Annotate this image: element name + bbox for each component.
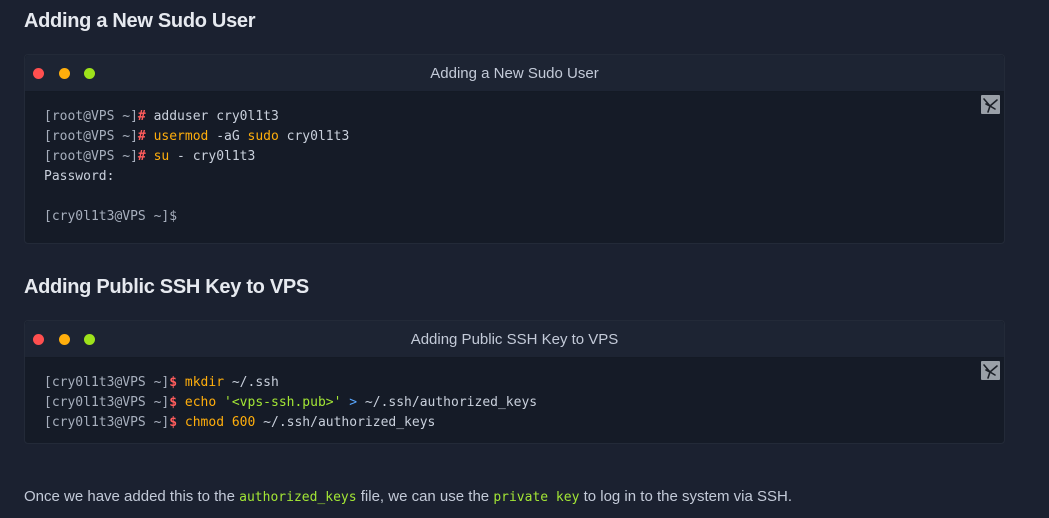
- paragraph-text: to log in to the system via SSH.: [579, 488, 792, 505]
- terminal-line: Password:: [44, 167, 349, 187]
- terminal-code-block[interactable]: [root@VPS ~]# adduser cry0l1t3 [root@VPS …: [44, 107, 349, 227]
- inline-code-authorized-keys: authorized_keys: [239, 490, 357, 505]
- command-token: su: [153, 149, 170, 164]
- code-text: cry0l1t3: [278, 129, 350, 144]
- shell-prompt: [cry0l1t3@VPS ~]: [44, 375, 170, 390]
- shell-prompt: [root@VPS ~]: [44, 149, 138, 164]
- paragraph-text: file, we can use the: [356, 488, 494, 505]
- code-text: adduser cry0l1t3: [145, 109, 279, 124]
- shell-prompt: [root@VPS ~]: [44, 109, 138, 124]
- number-token: 600: [231, 415, 256, 430]
- prompt-sigil: $: [169, 395, 178, 410]
- string-token: '<vps-ssh.pub>': [224, 395, 342, 410]
- terminal-window-ssh-key: Adding Public SSH Key to VPS [cry0l1t3@V…: [24, 320, 1005, 444]
- code-text: ~/.ssh: [224, 375, 279, 390]
- prompt-sigil: #: [137, 149, 146, 164]
- command-token: usermod: [153, 129, 209, 144]
- prompt-sigil: #: [137, 109, 146, 124]
- code-text: Password:: [44, 169, 115, 184]
- operator-token: >: [349, 395, 358, 410]
- code-text: -aG: [208, 129, 248, 144]
- command-token: chmod: [184, 415, 225, 430]
- terminal-title: Adding a New Sudo User: [430, 65, 599, 82]
- shell-prompt: [cry0l1t3@VPS ~]$: [44, 209, 178, 224]
- code-text: ~/.ssh/authorized_keys: [255, 415, 436, 430]
- terminal-line: [root@VPS ~]# adduser cry0l1t3: [44, 107, 349, 127]
- section-heading-ssh-key: Adding Public SSH Key to VPS: [24, 276, 309, 298]
- command-token: mkdir: [184, 375, 225, 390]
- prompt-sigil: $: [169, 415, 178, 430]
- code-text: - cry0l1t3: [169, 149, 256, 164]
- terminal-line: [cry0l1t3@VPS ~]$ mkdir ~/.ssh: [44, 373, 537, 393]
- terminal-line: [cry0l1t3@VPS ~]$ echo '<vps-ssh.pub>' >…: [44, 393, 537, 413]
- terminal-title: Adding Public SSH Key to VPS: [410, 331, 619, 348]
- terminal-titlebar: Adding Public SSH Key to VPS: [25, 321, 1004, 358]
- section-heading-sudo-user: Adding a New Sudo User: [24, 10, 256, 32]
- terminal-code-block[interactable]: [cry0l1t3@VPS ~]$ mkdir ~/.ssh [cry0l1t3@…: [44, 373, 537, 433]
- terminal-titlebar: Adding a New Sudo User: [25, 55, 1004, 92]
- command-token: sudo: [247, 129, 279, 144]
- terminal-window-sudo-user: Adding a New Sudo User [root@VPS ~]# add…: [24, 54, 1005, 244]
- paragraph-text: Once we have added this to the: [24, 488, 240, 505]
- code-text: ~/.ssh/authorized_keys: [357, 395, 538, 410]
- prompt-sigil: $: [169, 375, 178, 390]
- command-token: echo: [184, 395, 217, 410]
- terminal-line: [root@VPS ~]# usermod -aG sudo cry0l1t3: [44, 127, 349, 147]
- inline-code-private-key: private key: [493, 490, 580, 505]
- terminal-line: [cry0l1t3@VPS ~]$: [44, 207, 349, 227]
- copy-icon[interactable]: [981, 95, 1000, 114]
- terminal-line: [cry0l1t3@VPS ~]$ chmod 600 ~/.ssh/autho…: [44, 413, 537, 433]
- shell-prompt: [root@VPS ~]: [44, 129, 138, 144]
- copy-icon[interactable]: [981, 361, 1000, 380]
- terminal-line: [root@VPS ~]# su - cry0l1t3: [44, 147, 349, 167]
- explanation-paragraph: Once we have added this to the authorize…: [24, 488, 792, 505]
- shell-prompt: [cry0l1t3@VPS ~]: [44, 395, 170, 410]
- shell-prompt: [cry0l1t3@VPS ~]: [44, 415, 170, 430]
- prompt-sigil: #: [137, 129, 146, 144]
